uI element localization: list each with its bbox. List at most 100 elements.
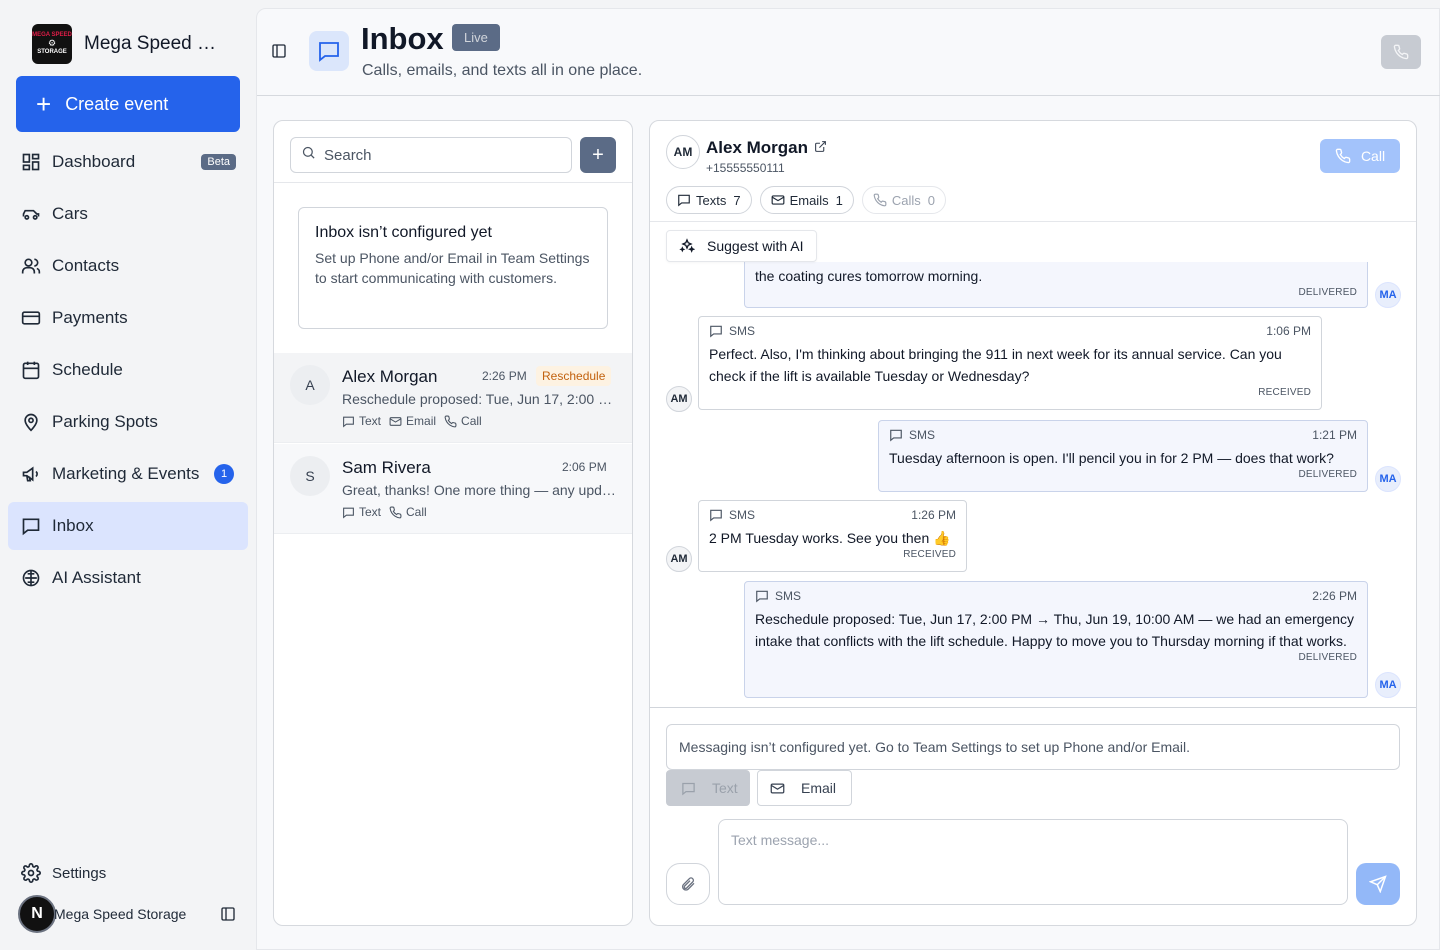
filter-count: 0 <box>927 192 935 208</box>
conversation-channels: Text Email Call <box>342 414 490 428</box>
live-badge: Live <box>452 24 500 51</box>
mode-label: Text <box>712 780 738 796</box>
channel-label: Call <box>406 505 427 519</box>
sidebar-toggle-icon[interactable] <box>271 43 287 64</box>
message-kind: SMS <box>775 589 802 603</box>
phone-icon <box>444 415 457 427</box>
new-conversation-button[interactable]: + <box>580 137 616 173</box>
mail-icon <box>389 416 402 426</box>
channel-text: Text <box>342 414 381 428</box>
sidebar-item-marketing-events[interactable]: Marketing & Events 1 <box>8 450 248 498</box>
message-header: SMS 1:06 PM <box>709 323 1311 339</box>
sidebar-item-label: Dashboard <box>52 152 136 171</box>
filter-count: 1 <box>835 192 843 208</box>
page-title: Inbox <box>361 21 444 56</box>
message-status: RECEIVED <box>903 549 956 560</box>
channel-call: Call <box>389 505 427 519</box>
conversation-preview: Reschedule proposed: Tue, Jun 17, 2:00 P… <box>342 391 618 407</box>
call-button[interactable]: Call <box>1320 139 1400 173</box>
sidebar-toggle-icon[interactable] <box>220 906 236 927</box>
message-time: 1:21 PM <box>1312 428 1357 442</box>
beta-badge: Beta <box>201 154 236 170</box>
message-time: 2:26 PM <box>1312 589 1357 603</box>
contact-name-link[interactable]: Alex Morgan <box>706 138 827 158</box>
car-glyph-icon: ⚙ <box>47 38 57 49</box>
search-box[interactable] <box>290 137 572 173</box>
attach-button[interactable] <box>666 863 710 905</box>
message-status: DELIVERED <box>1298 287 1357 298</box>
credit-card-icon <box>20 307 42 329</box>
message-icon <box>343 416 354 428</box>
message-time: 1:26 PM <box>911 508 956 522</box>
avatar: N <box>18 895 56 933</box>
brand-logo: MEGA SPEED ⚙ STORAGE <box>32 24 72 64</box>
conversation-channels: Text Call <box>342 505 435 519</box>
user-account[interactable]: N Mega Speed Storage <box>18 894 240 934</box>
conversation-list-panel: + Inbox isn’t configured yet Set up Phon… <box>273 120 633 926</box>
sidebar-item-dashboard[interactable]: Dashboard Beta <box>8 138 248 186</box>
search-input[interactable] <box>324 146 564 164</box>
conversation-item-alex-morgan[interactable]: A Alex Morgan 2:26 PM Reschedule Resched… <box>274 353 632 443</box>
avatar: S <box>290 456 330 496</box>
divider <box>274 182 632 183</box>
settings-label: Settings <box>52 864 107 882</box>
filter-label: Calls <box>891 192 921 208</box>
dashboard-icon <box>20 151 42 173</box>
conversation-item-sam-rivera[interactable]: S Sam Rivera 2:06 PM Great, thanks! One … <box>274 444 632 534</box>
reschedule-tag: Reschedule <box>536 366 612 386</box>
sidebar-item-contacts[interactable]: Contacts <box>8 242 248 290</box>
message-time: 1:06 PM <box>1266 324 1311 338</box>
phone-icon <box>389 506 402 518</box>
sidebar-item-ai-assistant[interactable]: AI Assistant <box>8 554 248 602</box>
contact-name: Alex Morgan <box>706 138 809 157</box>
filter-emails[interactable]: Emails 1 <box>759 186 854 214</box>
filter-label: Texts <box>696 192 727 208</box>
filter-texts[interactable]: Texts 7 <box>666 186 752 214</box>
map-pin-icon <box>20 411 42 433</box>
avatar: MA <box>1375 672 1401 698</box>
plus-icon: + <box>36 89 52 119</box>
brand[interactable]: MEGA SPEED ⚙ STORAGE Mega Speed Storage <box>32 24 226 64</box>
message-status: DELIVERED <box>1298 652 1357 663</box>
send-button[interactable] <box>1356 863 1400 905</box>
channel-label: Call <box>461 414 482 428</box>
filter-calls[interactable]: Calls 0 <box>861 186 946 214</box>
suggest-with-ai-button[interactable]: Suggest with AI <box>666 230 817 262</box>
channel-call: Call <box>444 414 482 428</box>
message-body: Tuesday afternoon is open. I'll pencil y… <box>889 450 1334 466</box>
sidebar-item-cars[interactable]: Cars <box>8 190 248 238</box>
message-kind: SMS <box>729 508 756 522</box>
sidebar-item-label: Marketing & Events <box>52 464 200 483</box>
settings-link[interactable]: Settings <box>20 862 106 884</box>
mode-text-button[interactable]: Text <box>666 770 750 806</box>
message-icon <box>710 325 722 338</box>
mode-email-button[interactable]: Email <box>757 770 852 806</box>
message-kind: SMS <box>909 428 936 442</box>
notice-body: Set up Phone and/or Email in Team Settin… <box>315 250 590 286</box>
sidebar-item-payments[interactable]: Payments <box>8 294 248 342</box>
header-call-button[interactable] <box>1381 35 1421 69</box>
message-thread: the coating cures tomorrow morning. DELI… <box>650 262 1416 708</box>
sidebar-item-schedule[interactable]: Schedule <box>8 346 248 394</box>
avatar: MA <box>1375 282 1401 308</box>
external-link-icon[interactable] <box>814 138 827 158</box>
message-body: the coating cures tomorrow morning. <box>755 268 983 284</box>
conversation-time: 2:26 PM <box>482 369 527 383</box>
message-icon <box>890 429 902 442</box>
message-kind: SMS <box>729 324 756 338</box>
sidebar-item-parking-spots[interactable]: Parking Spots <box>8 398 248 446</box>
message-input[interactable] <box>718 819 1348 905</box>
message-bubble-outgoing: SMS 2:26 PM Reschedule proposed: Tue, Ju… <box>744 581 1368 698</box>
message-body: 2 PM Tuesday works. See you then 👍 <box>709 530 951 546</box>
message-status: RECEIVED <box>1258 387 1311 398</box>
divider <box>650 707 1416 708</box>
mail-icon <box>771 195 784 205</box>
sidebar-item-label: Contacts <box>52 256 120 275</box>
avatar: A <box>290 365 330 405</box>
message-icon <box>756 590 768 603</box>
message-status: DELIVERED <box>1298 469 1357 480</box>
create-event-button[interactable]: + Create event <box>16 76 240 132</box>
car-icon <box>20 203 42 225</box>
channel-text: Text <box>342 505 381 519</box>
sidebar-item-inbox[interactable]: Inbox <box>8 502 248 550</box>
